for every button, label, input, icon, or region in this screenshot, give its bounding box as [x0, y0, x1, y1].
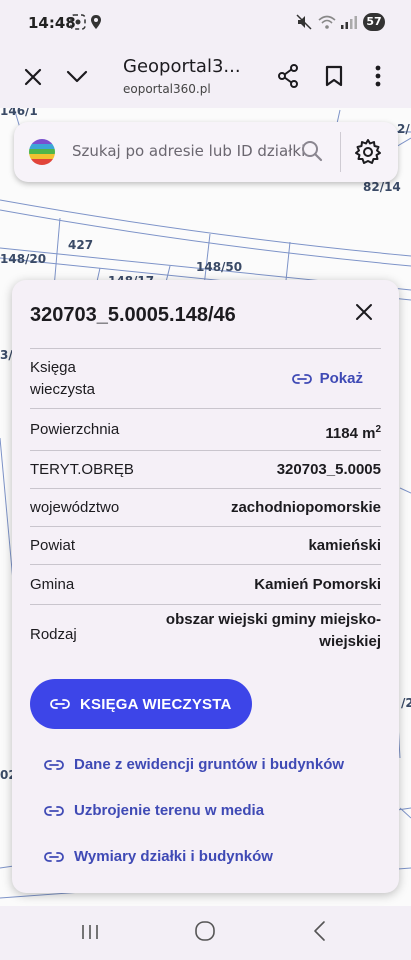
info-row-type: Rodzaj obszar wiejski gminy miejsko-wiej… — [30, 604, 381, 665]
mute-icon — [296, 14, 312, 34]
link-label[interactable]: Wymiary działki i budynków — [74, 848, 273, 865]
share-icon — [278, 64, 298, 88]
info-row-teryt: TERYT.OBRĘB 320703_5.0005 — [30, 450, 381, 489]
map-label: 2/ — [397, 122, 410, 136]
ksiega-wieczysta-button[interactable]: KSIĘGA WIECZYSTA — [30, 679, 252, 729]
link-icon — [44, 759, 64, 770]
location-icon — [90, 14, 102, 34]
show-ksiega-link[interactable]: Pokaż — [291, 368, 363, 390]
row-value: 320703_5.0005 — [276, 461, 381, 478]
info-row-area: Powierzchnia 1184 m2 — [30, 408, 381, 451]
parcel-info-card: 320703_5.0005.148/46 Księga wieczysta Po… — [12, 280, 399, 893]
wifi-icon — [318, 14, 336, 34]
row-value: 1184 m2 — [325, 419, 381, 445]
recent-apps-icon — [82, 925, 98, 939]
system-nav-bar — [0, 906, 411, 960]
link-icon — [50, 698, 70, 710]
row-key: województwo — [30, 499, 120, 516]
ksiega-button-label: KSIĘGA WIECZYSTA — [80, 695, 232, 713]
map-label: 427 — [68, 238, 94, 252]
link-icon — [44, 851, 64, 862]
link-dimensions[interactable]: Wymiary działki i budynków — [44, 848, 273, 865]
search-divider — [340, 132, 341, 172]
status-bar: 14:48 57 — [0, 0, 411, 46]
gear-icon[interactable] — [354, 138, 382, 171]
more-vert-icon — [375, 65, 381, 87]
link-label[interactable]: Dane z ewidencji gruntów i budynków — [74, 756, 344, 773]
show-link-label[interactable]: Pokaż — [320, 368, 363, 390]
bookmark-icon — [325, 65, 343, 87]
info-row-county: Powiat kamieński — [30, 526, 381, 565]
row-key: Powierzchnia — [30, 421, 120, 438]
back-icon — [314, 921, 325, 941]
close-icon — [356, 304, 372, 320]
row-value: Kamień Pomorski — [254, 576, 381, 593]
row-key: TERYT.OBRĘB — [30, 461, 134, 478]
row-key: Powiat — [30, 537, 76, 554]
row-key: Gmina — [30, 576, 75, 593]
battery-indicator: 57 — [363, 13, 385, 31]
row-key: Rodzaj — [30, 626, 77, 643]
link-icon — [291, 374, 312, 384]
geoportal-logo — [29, 139, 55, 165]
signal-icon — [340, 14, 358, 34]
screenshot-icon — [70, 14, 86, 34]
row-value: kamieński — [308, 537, 381, 554]
browser-toolbar: Geoportal3... eoportal360.pl — [0, 46, 411, 108]
close-icon — [24, 68, 42, 86]
link-land-registry-data[interactable]: Dane z ewidencji gruntów i budynków — [44, 756, 344, 773]
page-url[interactable]: eoportal360.pl — [123, 82, 211, 96]
row-value: zachodniopomorskie — [230, 499, 381, 516]
status-time: 14:48 — [28, 14, 76, 32]
map-label: 148/50 — [196, 260, 243, 274]
map-label: 148/20 — [0, 252, 47, 266]
info-row-municipality: Gmina Kamień Pomorski — [30, 564, 381, 605]
bookmark-button[interactable] — [318, 60, 350, 92]
info-row-voivodeship: województwo zachodniopomorskie — [30, 488, 381, 527]
area-unit-exponent: 2 — [375, 424, 381, 435]
map-label: 82/14 — [363, 180, 401, 194]
home-button[interactable] — [194, 920, 216, 947]
share-button[interactable] — [272, 60, 304, 92]
collapse-button[interactable] — [62, 62, 92, 92]
home-icon — [195, 921, 215, 941]
info-row-ksiega: Księga wieczysta Pokaż — [30, 348, 381, 409]
row-value: obszar wiejski gminy miejsko-wiejskiej — [165, 611, 381, 650]
search-bar[interactable]: Szukaj po adresie lub ID działki — [14, 122, 398, 182]
chevron-down-icon — [66, 70, 88, 83]
row-key: Księga wieczysta — [30, 359, 96, 398]
link-utilities[interactable]: Uzbrojenie terenu w media — [44, 802, 264, 819]
page-title[interactable]: Geoportal3... — [123, 56, 241, 77]
close-card-button[interactable] — [354, 302, 374, 327]
back-button[interactable] — [312, 920, 326, 947]
more-options-button[interactable] — [364, 60, 392, 92]
search-input[interactable]: Szukaj po adresie lub ID działki — [72, 142, 305, 160]
map-label: 146/1 — [0, 108, 38, 118]
parcel-id-title: 320703_5.0005.148/46 — [30, 304, 236, 326]
search-icon[interactable] — [300, 139, 324, 168]
close-tab-button[interactable] — [18, 62, 48, 92]
map-label: /2 — [401, 696, 411, 710]
area-value: 1184 m — [325, 425, 376, 442]
link-label[interactable]: Uzbrojenie terenu w media — [74, 802, 264, 819]
map-label: 3/ — [0, 348, 13, 362]
link-icon — [44, 805, 64, 816]
recent-apps-button[interactable] — [80, 922, 100, 947]
